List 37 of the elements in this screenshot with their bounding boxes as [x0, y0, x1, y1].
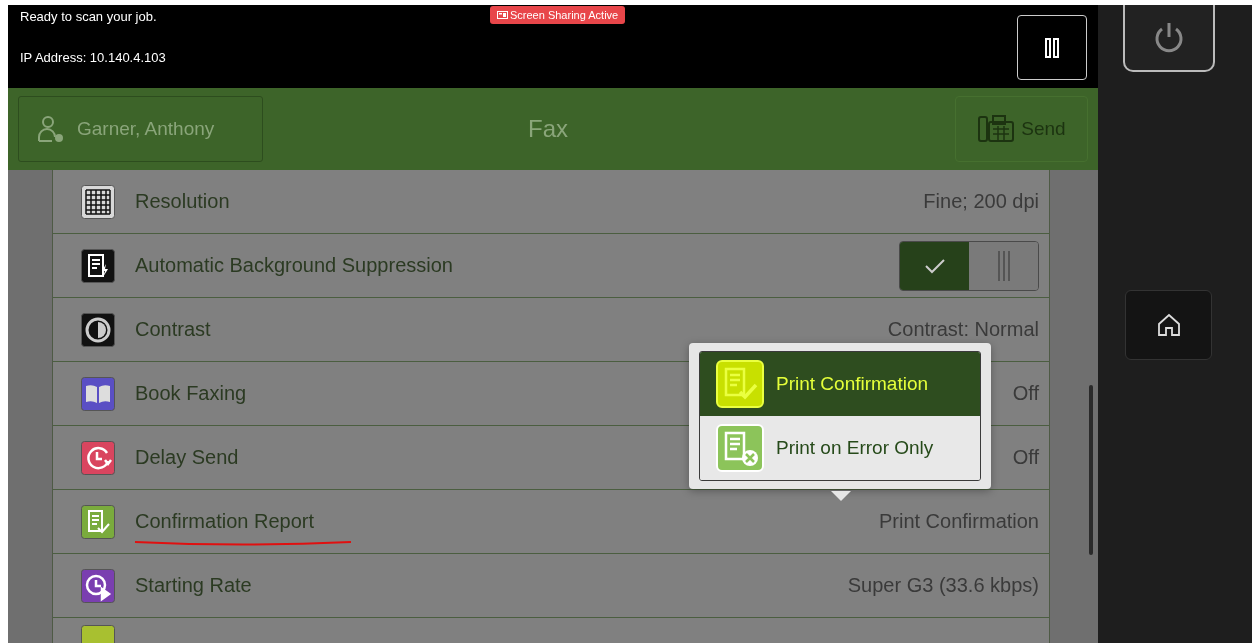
pause-icon	[1045, 37, 1059, 58]
setting-row[interactable]: Starting Rate Super G3 (33.6 kbps)	[53, 554, 1049, 618]
status-message: Ready to scan your job.	[20, 9, 158, 24]
setting-label: Automatic Background Suppression	[135, 254, 453, 277]
setting-value: Fine; 200 dpi	[923, 190, 1039, 213]
popup-pointer	[831, 491, 851, 501]
setting-value: Contrast: Normal	[887, 318, 1039, 341]
setting-label: Resolution	[135, 190, 230, 213]
user-button[interactable]: Garner, Anthony	[18, 96, 263, 162]
ip-address: IP Address: 10.140.4.103	[20, 50, 167, 65]
setting-label: Confirmation Report	[135, 510, 314, 533]
report-check-icon	[716, 360, 764, 408]
screen-icon	[497, 11, 508, 19]
check-icon	[900, 241, 969, 290]
setting-label: Delay Send	[135, 446, 239, 469]
setting-value: Off	[1012, 382, 1039, 405]
setting-value: Super G3 (33.6 kbps)	[847, 574, 1039, 597]
pause-button[interactable]	[1017, 15, 1087, 80]
setting-row[interactable]: Automatic Background Suppression	[53, 234, 1049, 298]
setting-row[interactable]: Confirmation Report Print Confirmation	[53, 490, 1049, 554]
setting-label: Book Faxing	[135, 382, 247, 405]
screen-title: Fax	[528, 115, 568, 143]
setting-value: Print Confirmation	[878, 510, 1039, 533]
setting-label: Starting Rate	[135, 574, 252, 597]
report-error-icon	[716, 424, 764, 472]
setting-value: Off	[1012, 446, 1039, 469]
scrollbar[interactable]	[1089, 385, 1093, 555]
toggle-switch[interactable]	[899, 240, 1039, 291]
home-icon	[1156, 313, 1181, 337]
popup-option[interactable]: Print Confirmation	[700, 352, 980, 416]
power-button[interactable]	[1123, 5, 1215, 72]
fax-icon	[977, 114, 1016, 144]
home-button[interactable]	[1125, 290, 1212, 360]
setting-label: Contrast	[135, 318, 211, 341]
setting-row[interactable]: Resolution Fine; 200 dpi	[53, 170, 1049, 234]
off-icon	[969, 241, 1038, 290]
badge-text: Screen Sharing Active	[510, 9, 619, 21]
